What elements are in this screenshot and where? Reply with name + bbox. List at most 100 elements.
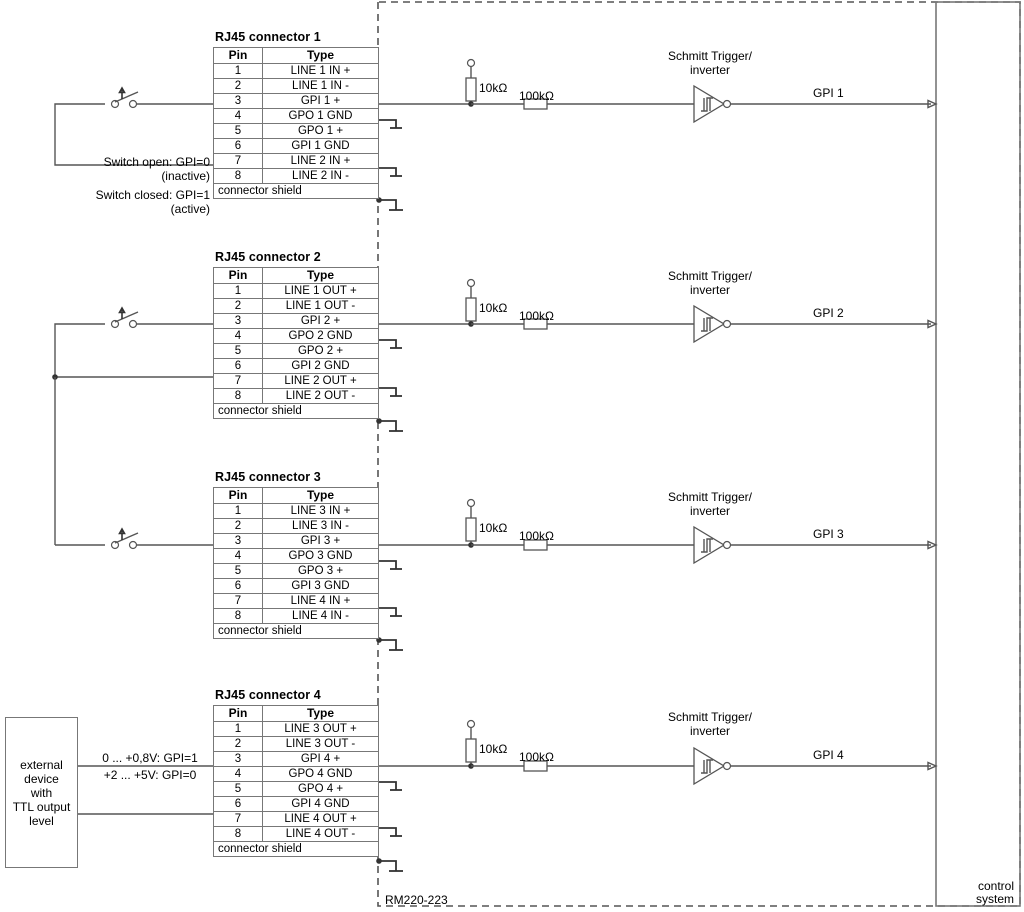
table-header-row: Pin Type [213, 47, 379, 64]
pin-number: 2 [213, 298, 263, 314]
table-row: 7 LINE 2 OUT + [213, 373, 379, 389]
gpi-output-label-2: GPI 2 [813, 306, 844, 320]
pin-type: LINE 1 IN + [262, 63, 379, 79]
pin-number: 5 [213, 563, 263, 579]
pin-type: LINE 4 IN + [262, 593, 379, 609]
switch-terminal-right-1 [128, 99, 138, 109]
pin-number: 3 [213, 751, 263, 767]
supply-terminal-1 [466, 58, 476, 68]
pin-type: LINE 1 OUT - [262, 298, 379, 314]
switch-closed-line-1: Switch closed: GPI=1 [95, 188, 210, 202]
schmitt-trigger-line-2: inverter [689, 504, 730, 518]
pin-type: GPO 2 + [262, 343, 379, 359]
pin-number: 5 [213, 781, 263, 797]
table-row: 7 LINE 2 IN + [213, 153, 379, 169]
device-model-label: RM220-223 [385, 893, 448, 907]
pullup-resistor-label-1: 10kΩ [479, 81, 508, 95]
pin-table-3: Pin Type 1 LINE 3 IN + 2 LINE 3 IN - 3 GPI … [213, 487, 379, 639]
pin-number: 6 [213, 578, 263, 594]
table-row-shield: connector shield [213, 183, 379, 199]
shield-node-4 [376, 858, 382, 864]
table-row: 8 LINE 4 IN - [213, 608, 379, 624]
schmitt-trigger-label-1: Schmitt Trigger/ inverter [627, 49, 793, 77]
table-header-row: Pin Type [213, 705, 379, 722]
gpi-output-label-3: GPI 3 [813, 527, 844, 541]
inverter-bubble-1 [722, 99, 732, 109]
series-resistor-label-3: 100kΩ [519, 529, 554, 543]
control-system-line-2: system [975, 892, 1014, 906]
pin-type: LINE 2 OUT + [262, 373, 379, 389]
pin-type: GPI 2 + [262, 313, 379, 329]
external-device-box: external device with TTL output level [5, 717, 78, 868]
pin-type: GPI 3 + [262, 533, 379, 549]
pin-type: GPI 3 GND [262, 578, 379, 594]
shield-node-2 [376, 418, 382, 424]
external-device-line-1: external [20, 757, 63, 772]
gnd-stub-2-pin6 [379, 387, 397, 396]
pin-number: 2 [213, 78, 263, 94]
resistor-10k-2 [465, 297, 477, 322]
gnd-stub-2-shield [379, 420, 397, 431]
pin-type: GPI 4 GND [262, 796, 379, 812]
control-system-box [935, 1, 1021, 907]
pin-number: 4 [213, 328, 263, 344]
pullup-resistor-label-4: 10kΩ [479, 742, 508, 756]
gnd-stub-2-pin4 [379, 339, 397, 348]
series-resistor-label-4: 100kΩ [519, 750, 554, 764]
external-device-line-4: TTL output [12, 799, 71, 814]
pin-type: LINE 3 IN - [262, 518, 379, 534]
schematic-diagram: RJ45 connector 1 Pin Type 1 LINE 1 IN + 2… [0, 0, 1024, 912]
pin-number: 7 [213, 593, 263, 609]
table-row: 4 GPO 1 GND [213, 108, 379, 124]
schmitt-trigger-line-1: Schmitt Trigger/ [667, 49, 753, 63]
table-row: 2 LINE 1 OUT - [213, 298, 379, 314]
gnd-stub-4-pin4 [379, 781, 397, 790]
table-row: 2 LINE 1 IN - [213, 78, 379, 94]
table-row: 3 GPI 4 + [213, 751, 379, 767]
pin-type: LINE 4 OUT - [262, 826, 379, 842]
connector-title-2: RJ45 connector 2 [215, 250, 321, 264]
table-row: 8 LINE 2 IN - [213, 168, 379, 184]
table-row: 5 GPO 1 + [213, 123, 379, 139]
schmitt-trigger-line-2: inverter [689, 283, 730, 297]
switch-open-line-2: (inactive) [161, 169, 210, 183]
pin-type: LINE 4 IN - [262, 608, 379, 624]
pin-type: GPO 2 GND [262, 328, 379, 344]
table-row: 1 LINE 1 IN + [213, 63, 379, 79]
header-pin: Pin [213, 705, 263, 722]
pin-type: LINE 1 OUT + [262, 283, 379, 299]
external-device-text: external device with TTL output level [13, 758, 71, 828]
table-row: 1 LINE 3 OUT + [213, 721, 379, 737]
table-row: 5 GPO 2 + [213, 343, 379, 359]
pin-number: 8 [213, 826, 263, 842]
header-type: Type [262, 705, 379, 722]
pin-number: 4 [213, 766, 263, 782]
table-row: 8 LINE 4 OUT - [213, 826, 379, 842]
table-row: 2 LINE 3 OUT - [213, 736, 379, 752]
pin-type: GPI 2 GND [262, 358, 379, 374]
table-row: 6 GPI 3 GND [213, 578, 379, 594]
gnd-stub-3-shield [379, 639, 397, 650]
pullup-resistor-label-3: 10kΩ [479, 521, 508, 535]
pullup-resistor-label-2: 10kΩ [479, 301, 508, 315]
pin-type: GPI 4 + [262, 751, 379, 767]
table-row: 3 GPI 3 + [213, 533, 379, 549]
connector-block-2: RJ45 connector 2 Pin Type 1 LINE 1 OUT + … [213, 250, 379, 419]
switch-closed-line-2: (active) [170, 202, 210, 216]
pin-number: 1 [213, 63, 263, 79]
external-device-line-3: with [30, 785, 53, 800]
header-pin: Pin [213, 487, 263, 504]
connector-title-4: RJ45 connector 4 [215, 688, 321, 702]
pin-table-2: Pin Type 1 LINE 1 OUT + 2 LINE 1 OUT - 3 GP… [213, 267, 379, 419]
resistor-10k-3 [465, 517, 477, 542]
gpi-output-label-4: GPI 4 [813, 748, 844, 762]
gnd-stub-4-pin6 [379, 827, 397, 836]
schmitt-trigger-line-2: inverter [689, 724, 730, 738]
pin-number: 4 [213, 548, 263, 564]
gpi-output-label-1: GPI 1 [813, 86, 844, 100]
table-header-row: Pin Type [213, 487, 379, 504]
pin-number: 1 [213, 503, 263, 519]
pin-number: 6 [213, 796, 263, 812]
header-pin: Pin [213, 267, 263, 284]
pin-number: 8 [213, 168, 263, 184]
